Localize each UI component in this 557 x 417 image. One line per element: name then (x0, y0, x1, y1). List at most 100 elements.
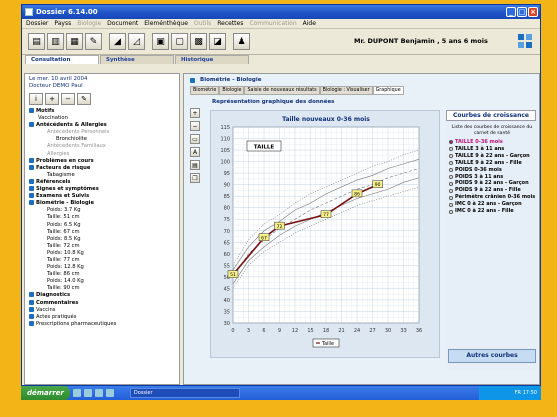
menu-item[interactable]: Aide (303, 20, 316, 27)
radio-icon[interactable] (449, 154, 453, 159)
menu-item[interactable]: Eleménthèque (144, 20, 188, 27)
toolbar-button-print[interactable]: ▣ (152, 33, 169, 50)
info-button[interactable]: i (29, 93, 43, 105)
taskbar-item[interactable]: Dossier (129, 388, 240, 398)
x-tick-label: 36 (416, 328, 422, 334)
y-tick-label: 75 (224, 217, 230, 223)
zoom-in-button[interactable]: + (190, 108, 200, 118)
subtab[interactable]: Biologie : Visualiser (319, 86, 373, 95)
tree-item[interactable]: Motifs (29, 108, 175, 115)
tree-item[interactable]: Antécédents Familiaux (29, 143, 175, 150)
tree-item[interactable]: Vaccins (29, 306, 175, 314)
menu-item[interactable]: Recettes (217, 20, 243, 27)
tab-consultation[interactable]: Consultation (25, 55, 99, 64)
menu-item: Communication (249, 20, 297, 27)
subtab[interactable]: Biométrie (190, 86, 220, 95)
toolbar-button-edit[interactable]: ✎ (85, 33, 102, 50)
biometrie-panel: Biométrie - Biologie Biométrie Biologie Sa… (183, 73, 540, 385)
tree-item[interactable]: Tabagisme (29, 172, 175, 179)
menu-item[interactable]: Document (107, 20, 138, 27)
tab-historique[interactable]: Historique (175, 55, 249, 64)
tree-item[interactable]: Poids: 14.0 Kg (29, 278, 175, 285)
tree-item[interactable]: Poids: 6.5 Kg (29, 222, 175, 229)
toolbar-button-open[interactable]: ▥ (47, 33, 64, 50)
tree-item-label: Actes pratiqués (36, 313, 77, 320)
tree-item[interactable]: Poids: 3.7 Kg (29, 207, 175, 214)
quicklaunch-ie-icon[interactable] (72, 389, 81, 397)
menu-item: Outils (193, 20, 212, 27)
radio-icon[interactable] (449, 161, 453, 166)
toolbar-button-new[interactable]: ▤ (28, 33, 45, 50)
zoom-out-button[interactable]: − (190, 121, 200, 131)
tree-item[interactable]: Problèmes en cours (29, 157, 175, 165)
tree-item[interactable]: Taille: 72 cm (29, 243, 175, 250)
tree-item[interactable]: Poids: 12.8 Kg (29, 264, 175, 271)
toolbar-button-graph[interactable]: ◿ (128, 33, 145, 50)
tree-item[interactable]: Taille: 77 cm (29, 257, 175, 264)
curve-option[interactable]: TAILLE 0-36 mois (446, 139, 538, 146)
maximize-button[interactable]: □ (517, 7, 527, 17)
add-item-button[interactable]: + (45, 93, 59, 105)
toolbar-button-chart[interactable]: ◢ (109, 33, 126, 50)
radio-icon[interactable] (449, 202, 453, 207)
toolbar-button-export[interactable]: ◪ (209, 33, 226, 50)
curve-option[interactable]: TAILLE 3 à 11 ans (446, 146, 538, 153)
print-chart-button[interactable]: ▤ (190, 160, 200, 170)
x-tick-label: 15 (307, 328, 313, 334)
menu-item[interactable]: Dossier (26, 20, 48, 27)
toolbar-button-folder[interactable]: ▦ (66, 33, 83, 50)
quicklaunch-desktop-icon[interactable] (83, 389, 92, 397)
tree-item[interactable]: Prescriptions pharmaceutiques (29, 320, 175, 328)
copy-chart-button[interactable]: ❐ (190, 173, 200, 183)
subtab[interactable]: Biologie (219, 86, 245, 95)
tree-item[interactable]: Taille: 90 cm (29, 285, 175, 292)
other-curves-button[interactable]: Autres courbes (448, 349, 536, 363)
tree-item[interactable]: Poids: 8.5 Kg (29, 236, 175, 243)
tree-item[interactable]: Biométrie - Biologie (29, 200, 175, 207)
tree-item[interactable]: Taille: 51 cm (29, 214, 175, 221)
radio-icon[interactable] (449, 209, 453, 214)
subtab[interactable]: Graphique (372, 86, 404, 95)
tab-synthese[interactable]: Synthèse (100, 55, 174, 64)
subtab[interactable]: Saisie de nouveaux résultats (244, 86, 320, 95)
tree-item-label: Allergies (47, 150, 70, 157)
title-bar[interactable]: Dossier 6.14.00 _ □ × (22, 5, 540, 19)
radio-icon[interactable] (449, 140, 453, 145)
radio-icon[interactable] (449, 188, 453, 193)
remove-item-button[interactable]: − (61, 93, 75, 105)
radio-icon[interactable] (449, 181, 453, 186)
toolbar-button-users[interactable]: ♟ (233, 33, 250, 50)
toolbar-button-printer[interactable]: ▢ (171, 33, 188, 50)
tree-item[interactable]: Taille: 67 cm (29, 229, 175, 236)
curve-option[interactable]: TAILLE 9 à 22 ans - Garçon (446, 153, 538, 160)
fit-button[interactable]: ▭ (190, 134, 200, 144)
radio-icon[interactable] (449, 174, 453, 179)
toolbar-button-archive[interactable]: ▩ (190, 33, 207, 50)
tree-item[interactable]: Signes et symptômes (29, 186, 175, 193)
menu-item[interactable]: Payss (54, 20, 71, 27)
tree-item[interactable]: Allergies (29, 151, 175, 158)
y-tick-label: 110 (220, 137, 230, 143)
quicklaunch-media-icon[interactable] (94, 389, 103, 397)
radio-icon[interactable] (449, 147, 453, 152)
tree-item[interactable]: Facteurs de risque (29, 164, 175, 172)
tree-item[interactable]: Référencels (29, 178, 175, 186)
curve-option[interactable]: TAILLE 9 à 22 ans - Fille (446, 160, 538, 167)
radio-icon[interactable] (449, 168, 453, 173)
radio-icon[interactable] (449, 195, 453, 200)
start-button[interactable]: démarrer (21, 386, 70, 400)
tree-item[interactable]: Diagnostics (29, 292, 175, 299)
quicklaunch-folder-icon[interactable] (105, 389, 114, 397)
tree-item[interactable]: Commentaires (29, 299, 175, 307)
curve-option[interactable]: POIDS 0-36 mois (446, 167, 538, 174)
tree-item[interactable]: Antécédents Personnels (29, 129, 175, 136)
minimize-button[interactable]: _ (506, 7, 516, 17)
note-button[interactable]: ✎ (77, 93, 91, 105)
close-button[interactable]: × (528, 7, 538, 17)
y-tick-label: 55 (224, 263, 230, 269)
text-tool-button[interactable]: A (190, 147, 200, 157)
tree-item[interactable]: Actes pratiqués (29, 313, 175, 321)
tree-item[interactable]: Taille: 86 cm (29, 271, 175, 278)
curve-option[interactable]: IMC 0 à 22 ans - Fille (446, 208, 538, 215)
tree-item[interactable]: Poids: 10.8 Kg (29, 250, 175, 257)
